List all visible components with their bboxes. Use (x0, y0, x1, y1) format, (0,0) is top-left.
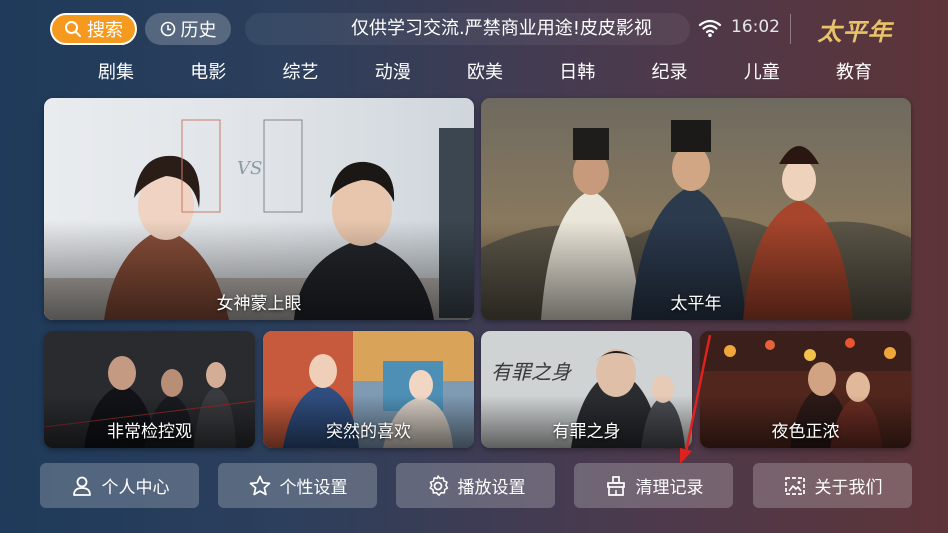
top-bar: 搜索 历史 仅供学习交流.严禁商业用途!皮皮影视 16:02 太平年 (0, 0, 948, 58)
category-tab[interactable]: 教育 (828, 58, 880, 88)
notice-text: 仅供学习交流.严禁商业用途!皮皮影视 (351, 18, 652, 39)
search-label: 搜索 (87, 20, 123, 41)
person-icon (72, 476, 91, 496)
category-tab[interactable]: 儿童 (736, 58, 788, 88)
about-us-button[interactable]: 关于我们 (753, 463, 912, 508)
button-label: 播放设置 (457, 478, 526, 498)
personalize-settings-button[interactable]: 个性设置 (218, 463, 377, 508)
button-label: 清理记录 (635, 478, 704, 498)
poster-card[interactable]: 非常检控观 (44, 331, 255, 448)
card-title: 太平年 (670, 294, 722, 314)
card-title: 突然的喜欢 (326, 422, 411, 442)
category-tab[interactable]: 纪录 (644, 58, 696, 88)
search-icon (65, 21, 81, 37)
header-divider (790, 14, 791, 44)
gear-icon (428, 474, 448, 496)
poster-card[interactable]: 有罪之身 有罪之身 (481, 331, 692, 448)
button-label: 关于我们 (814, 478, 883, 498)
brand-logo: 太平年 (817, 17, 893, 46)
button-label: 个性设置 (279, 478, 348, 498)
function-bar: 个人中心 个性设置 播放设置 清理记录 关于我们 (40, 463, 912, 508)
card-title: 夜色正浓 (771, 422, 840, 442)
card-title: 女神蒙上眼 (216, 294, 302, 314)
clear-history-button[interactable]: 清理记录 (574, 463, 733, 508)
star-icon (249, 475, 270, 495)
category-tab[interactable]: 欧美 (459, 58, 511, 88)
category-tab[interactable]: 电影 (182, 58, 234, 88)
playback-settings-button[interactable]: 播放设置 (396, 463, 555, 508)
category-tab[interactable]: 综艺 (275, 58, 327, 88)
wifi-icon (698, 19, 722, 37)
button-label: 个人中心 (101, 478, 170, 498)
card-title: 非常检控观 (107, 422, 192, 442)
history-button[interactable]: 历史 (145, 13, 231, 45)
category-tab[interactable]: 剧集 (90, 58, 142, 88)
personal-center-button[interactable]: 个人中心 (40, 463, 199, 508)
broom-icon (606, 475, 625, 496)
category-tab[interactable]: 动漫 (367, 58, 419, 88)
card-title: 有罪之身 (552, 422, 621, 442)
category-nav: 剧集 电影 综艺 动漫 欧美 日韩 纪录 儿童 教育 (90, 58, 880, 88)
svg-text:VS: VS (237, 158, 262, 179)
search-button[interactable]: 搜索 (50, 13, 137, 45)
history-label: 历史 (180, 20, 217, 41)
info-image-icon (784, 476, 805, 495)
clock-time: 16:02 (731, 17, 780, 37)
svg-text:有罪之身: 有罪之身 (491, 360, 573, 384)
notice-marquee: 仅供学习交流.严禁商业用途!皮皮影视 (245, 13, 690, 45)
poster-card[interactable]: 夜色正浓 (700, 331, 911, 448)
category-tab[interactable]: 日韩 (551, 58, 603, 88)
featured-card[interactable]: VS 女神蒙上眼 (44, 98, 474, 320)
featured-card[interactable]: 太平年 (481, 98, 911, 320)
clock-icon (160, 21, 175, 37)
poster-card[interactable]: 突然的喜欢 (263, 331, 474, 448)
